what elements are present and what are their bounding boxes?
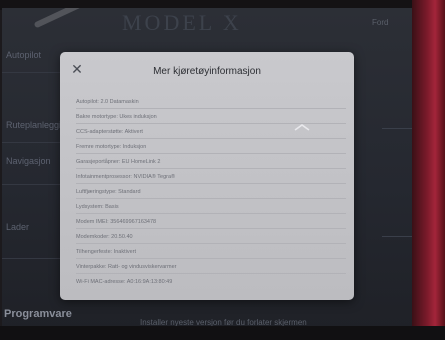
info-item-modem-imei: Modem IMEI: 356469967163478 bbox=[76, 216, 346, 229]
screen-glare bbox=[33, 8, 91, 29]
info-item-modem-firmware: Modemkoder: 20.50.40 bbox=[76, 231, 346, 244]
background-divider bbox=[2, 258, 62, 259]
background-divider bbox=[2, 184, 62, 185]
info-item-sound-system: Lydsystem: Basis bbox=[76, 201, 346, 214]
info-item-autopilot: Autopilot: 2.0 Datamaskin bbox=[76, 96, 346, 109]
dialog-header: ✕ Mer kjøretøyinformasjon bbox=[60, 52, 354, 88]
background-divider bbox=[2, 142, 62, 143]
info-item-tow-hitch: Tilhengerfeste: Inaktivert bbox=[76, 246, 346, 259]
info-item-ccs-adapter: CCS-adapterstøtte: Aktivert bbox=[76, 126, 346, 139]
info-item-front-motor: Fremre motortype: Induksjon bbox=[76, 141, 346, 154]
info-item-wifi-mac: Wi-Fi MAC-adresse: A0:16:9A:13:80:49 bbox=[76, 279, 173, 285]
background-menu-item: Lader bbox=[6, 222, 30, 232]
background-top-right-text: Ford bbox=[372, 18, 389, 27]
bezel-right bbox=[412, 0, 445, 340]
info-item-rear-motor: Bakre motortype: Ukes induksjon bbox=[76, 111, 346, 124]
info-item-garage-opener: Garasjeportåpner: EU HomeLink 2 bbox=[76, 156, 346, 169]
dialog-title: Mer kjøretøyinformasjon bbox=[153, 66, 261, 77]
bezel-bottom bbox=[0, 326, 445, 340]
background-section-heading: Programvare bbox=[4, 308, 72, 320]
info-item-air-suspension: Luftfjæringstype: Standard bbox=[76, 186, 346, 199]
close-icon[interactable]: ✕ bbox=[70, 62, 84, 76]
background-divider bbox=[382, 128, 412, 129]
info-item-winter-package: Vinterpakke: Ratt- og vindusviskervarmer bbox=[76, 261, 346, 274]
screen: MODEL X Ford Autopilot Ruteplanlegging N… bbox=[2, 8, 412, 330]
background-brand-text: MODEL X bbox=[122, 10, 242, 35]
background-divider bbox=[382, 236, 412, 237]
vehicle-info-dialog: ✕ Mer kjøretøyinformasjon Autopilot: 2.0… bbox=[60, 52, 354, 300]
vehicle-info-list: Autopilot: 2.0 Datamaskin Bakre motortyp… bbox=[76, 96, 346, 290]
background-divider bbox=[2, 72, 62, 73]
info-item-infotainment: Infotainmentprosessor: NVIDIA® Tegra® bbox=[76, 171, 346, 184]
background-menu-item: Autopilot bbox=[6, 50, 42, 60]
background-menu-item: Navigasjon bbox=[6, 156, 51, 166]
